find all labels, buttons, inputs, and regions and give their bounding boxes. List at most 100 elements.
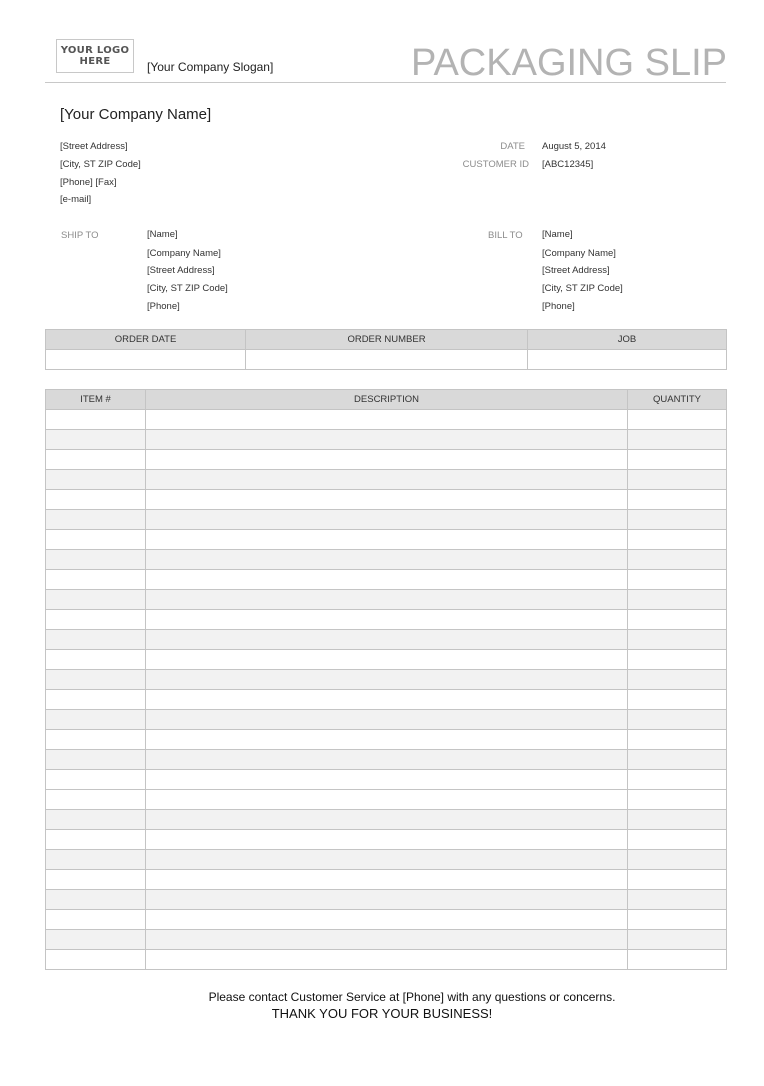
description-cell[interactable] — [145, 529, 628, 550]
quantity-cell[interactable] — [627, 809, 727, 830]
item-number-cell[interactable] — [45, 569, 146, 590]
item-number-cell[interactable] — [45, 589, 146, 610]
quantity-cell[interactable] — [627, 869, 727, 890]
quantity-cell[interactable] — [627, 629, 727, 650]
description-cell[interactable] — [145, 689, 628, 710]
item-number-cell[interactable] — [45, 769, 146, 790]
item-number-cell[interactable] — [45, 609, 146, 630]
description-cell[interactable] — [145, 809, 628, 830]
company-name: [Your Company Name] — [60, 106, 212, 123]
item-number-cell[interactable] — [45, 749, 146, 770]
quantity-cell[interactable] — [627, 549, 727, 570]
item-row — [45, 489, 727, 510]
order-number-cell[interactable] — [245, 349, 528, 370]
item-number-cell[interactable] — [45, 529, 146, 550]
item-number-cell[interactable] — [45, 849, 146, 870]
item-number-cell[interactable] — [45, 869, 146, 890]
quantity-cell[interactable] — [627, 429, 727, 450]
description-cell[interactable] — [145, 849, 628, 870]
description-cell[interactable] — [145, 489, 628, 510]
item-number-cell[interactable] — [45, 549, 146, 570]
quantity-cell[interactable] — [627, 949, 727, 970]
description-cell[interactable] — [145, 669, 628, 690]
item-number-cell[interactable] — [45, 469, 146, 490]
quantity-cell[interactable] — [627, 509, 727, 530]
quantity-cell[interactable] — [627, 709, 727, 730]
description-cell[interactable] — [145, 869, 628, 890]
quantity-cell[interactable] — [627, 889, 727, 910]
item-number-cell[interactable] — [45, 789, 146, 810]
quantity-header: QUANTITY — [627, 389, 727, 410]
description-cell[interactable] — [145, 409, 628, 430]
description-cell[interactable] — [145, 549, 628, 570]
item-row — [45, 709, 727, 730]
quantity-cell[interactable] — [627, 769, 727, 790]
description-cell[interactable] — [145, 749, 628, 770]
description-cell[interactable] — [145, 949, 628, 970]
description-cell[interactable] — [145, 429, 628, 450]
order-date-cell[interactable] — [45, 349, 246, 370]
item-number-cell[interactable] — [45, 509, 146, 530]
quantity-cell[interactable] — [627, 529, 727, 550]
item-number-cell[interactable] — [45, 809, 146, 830]
description-cell[interactable] — [145, 629, 628, 650]
quantity-cell[interactable] — [627, 729, 727, 750]
item-number-cell[interactable] — [45, 709, 146, 730]
description-cell[interactable] — [145, 889, 628, 910]
quantity-cell[interactable] — [627, 689, 727, 710]
quantity-cell[interactable] — [627, 649, 727, 670]
quantity-cell[interactable] — [627, 469, 727, 490]
items-table: ITEM # DESCRIPTION QUANTITY — [45, 389, 727, 970]
item-number-cell[interactable] — [45, 449, 146, 470]
quantity-cell[interactable] — [627, 449, 727, 470]
description-cell[interactable] — [145, 509, 628, 530]
item-number-cell[interactable] — [45, 909, 146, 930]
description-cell[interactable] — [145, 709, 628, 730]
quantity-cell[interactable] — [627, 789, 727, 810]
description-cell[interactable] — [145, 909, 628, 930]
item-number-cell[interactable] — [45, 949, 146, 970]
description-cell[interactable] — [145, 649, 628, 670]
customer-id-label: CUSTOMER ID — [462, 159, 529, 170]
description-cell[interactable] — [145, 449, 628, 470]
quantity-cell[interactable] — [627, 749, 727, 770]
quantity-cell[interactable] — [627, 609, 727, 630]
header-divider — [45, 82, 726, 83]
item-number-cell[interactable] — [45, 929, 146, 950]
job-cell[interactable] — [527, 349, 727, 370]
quantity-cell[interactable] — [627, 409, 727, 430]
item-number-cell[interactable] — [45, 669, 146, 690]
item-number-cell[interactable] — [45, 489, 146, 510]
quantity-cell[interactable] — [627, 669, 727, 690]
quantity-cell[interactable] — [627, 909, 727, 930]
description-cell[interactable] — [145, 929, 628, 950]
order-date-header: ORDER DATE — [45, 329, 246, 350]
description-cell[interactable] — [145, 789, 628, 810]
company-city: [City, ST ZIP Code] — [60, 159, 141, 170]
item-number-cell[interactable] — [45, 729, 146, 750]
description-cell[interactable] — [145, 609, 628, 630]
description-cell[interactable] — [145, 829, 628, 850]
item-number-cell[interactable] — [45, 429, 146, 450]
item-number-cell[interactable] — [45, 689, 146, 710]
item-row — [45, 689, 727, 710]
quantity-cell[interactable] — [627, 589, 727, 610]
item-number-cell[interactable] — [45, 409, 146, 430]
item-number-cell[interactable] — [45, 829, 146, 850]
quantity-cell[interactable] — [627, 929, 727, 950]
quantity-cell[interactable] — [627, 829, 727, 850]
quantity-cell[interactable] — [627, 849, 727, 870]
item-row — [45, 889, 727, 910]
item-number-cell[interactable] — [45, 629, 146, 650]
item-number-cell[interactable] — [45, 649, 146, 670]
description-cell[interactable] — [145, 469, 628, 490]
description-cell[interactable] — [145, 589, 628, 610]
quantity-cell[interactable] — [627, 489, 727, 510]
description-cell[interactable] — [145, 729, 628, 750]
item-row — [45, 769, 727, 790]
items-header-row: ITEM # DESCRIPTION QUANTITY — [45, 389, 727, 410]
description-cell[interactable] — [145, 769, 628, 790]
quantity-cell[interactable] — [627, 569, 727, 590]
description-cell[interactable] — [145, 569, 628, 590]
item-number-cell[interactable] — [45, 889, 146, 910]
